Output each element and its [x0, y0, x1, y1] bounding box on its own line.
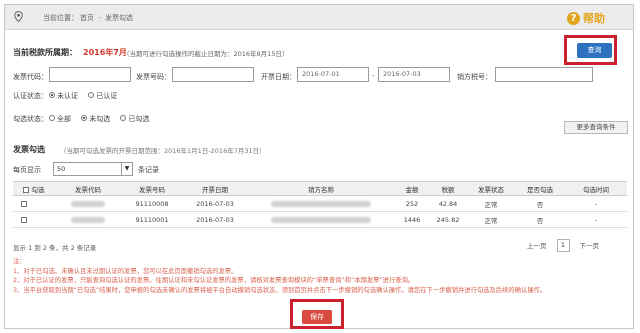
page-size-value: 50 [57, 165, 66, 173]
amount: 1446 [395, 211, 429, 228]
breadcrumb-prefix: 当前位置： [43, 14, 78, 22]
redacted-invoice-code [71, 216, 105, 223]
breadcrumb-bar: 当前位置： 首页 - 发票勾选 ? 帮助 [5, 5, 633, 30]
auth-status-options: 未认证 已认证 [49, 91, 125, 101]
redacted-seller-name [271, 216, 371, 223]
page-frame: 当前位置： 首页 - 发票勾选 ? 帮助 当前税款所属期： 2016年7月 （当期… [4, 4, 634, 329]
table-row[interactable]: 91110001 2016-07-03 1446 245.82 正常 否 - [13, 211, 627, 228]
chevron-down-icon: ▼ [121, 163, 132, 175]
invoice-number-input[interactable] [172, 67, 254, 82]
amount: 252 [395, 195, 429, 212]
pagination: 上一页 1 下一页 [527, 238, 599, 252]
notes-block: 注： 1、对于已勾选、未确认且未过期认证的发票，您可以在此页面撤销勾选的发票。 … [13, 257, 629, 295]
section-title: 发票勾选 [13, 145, 45, 154]
row-checkbox[interactable] [21, 200, 27, 207]
current-page-number[interactable]: 1 [556, 238, 570, 252]
issue-date: 2016-07-03 [183, 211, 247, 228]
check-option-all[interactable]: 全部 [49, 115, 71, 123]
next-page-link[interactable]: 下一页 [580, 240, 600, 250]
is-checked: 否 [515, 195, 565, 212]
help-label: 帮助 [583, 12, 605, 25]
page-size-suffix: 条记录 [138, 166, 159, 174]
invoice-code-input[interactable] [49, 67, 131, 82]
check-status-label: 勾选状态： [13, 115, 48, 123]
radio-selected-icon [81, 115, 88, 121]
seller-tax-id-input[interactable] [495, 67, 593, 82]
date-to-input[interactable]: 2016-07-03 [378, 67, 450, 82]
more-conditions-button[interactable]: 更多查询条件 [564, 121, 628, 134]
check-option-unchecked[interactable]: 未勾选 [81, 115, 110, 123]
invoice-status: 正常 [467, 195, 515, 212]
help-question-icon: ? [567, 11, 580, 25]
tax-period-note: （当期可进行勾选操作的截止日期为：2016年8月15日） [123, 50, 289, 58]
date-range-separator: - [372, 72, 375, 80]
invoice-table: 勾选 发票代码 发票号码 开票日期 销方名称 金额 税额 发票状态 是否勾选 勾… [13, 181, 627, 228]
invoice-status: 正常 [467, 211, 515, 228]
pager-info: 显示 1 到 2 条，共 2 条记录 [13, 244, 97, 252]
auth-option-unverified[interactable]: 未认证 [49, 92, 78, 100]
column-header-number: 发票号码 [121, 181, 183, 196]
is-checked: 否 [515, 211, 565, 228]
column-header-check: 勾选 [13, 181, 55, 196]
tax-period-label: 当前税款所属期： [13, 48, 77, 57]
column-header-seller: 销方名称 [247, 181, 395, 196]
table-row[interactable]: 91110008 2016-07-03 252 42.84 正常 否 - [13, 195, 627, 212]
note-item: 1、对于已勾选、未确认且未过期认证的发票，您可以在此页面撤销勾选的发票。 [13, 267, 238, 275]
tax: 42.84 [429, 195, 467, 212]
redacted-seller-name [271, 200, 371, 207]
radio-empty-icon [120, 115, 127, 121]
tax: 245.82 [429, 211, 467, 228]
check-time: - [565, 195, 627, 212]
seller-tax-id-label: 销方税号： [457, 73, 492, 81]
invoice-number: 91110001 [121, 211, 183, 228]
invoice-number: 91110008 [121, 195, 183, 212]
section-note: （当期可勾选发票的开票日期范围：2016年1月1日-2016年7月31日） [60, 147, 266, 155]
note-item: 3、当平台获取到当期“已勾选”结果时，您申报的勾选未确认的发票将被平台自动撤销勾… [13, 286, 547, 294]
check-time: - [565, 211, 627, 228]
column-header-date: 开票日期 [183, 181, 247, 196]
location-pin-icon [14, 11, 23, 22]
row-checkbox[interactable] [21, 216, 27, 223]
breadcrumb-current: 发票勾选 [105, 14, 133, 22]
column-header-time: 勾选时间 [565, 181, 627, 196]
radio-selected-icon [49, 92, 55, 98]
issue-date-label: 开票日期： [261, 73, 296, 81]
column-header-checked: 是否勾选 [515, 181, 565, 196]
redacted-invoice-code [71, 200, 105, 207]
auth-status-label: 认证状态： [13, 92, 48, 100]
breadcrumb: 当前位置： 首页 - 发票勾选 [43, 13, 135, 23]
invoice-code-label: 发票代码： [13, 73, 48, 81]
radio-empty-icon [88, 92, 95, 98]
breadcrumb-separator: - [98, 14, 101, 22]
page-size-prefix: 每页显示 [13, 166, 41, 174]
breadcrumb-home[interactable]: 首页 [80, 14, 94, 22]
auth-option-verified[interactable]: 已认证 [88, 92, 117, 100]
column-header-code: 发票代码 [55, 181, 121, 196]
date-from-input[interactable]: 2016-07-01 [297, 67, 369, 82]
issue-date: 2016-07-03 [183, 195, 247, 212]
help-link[interactable]: ? 帮助 [567, 10, 605, 26]
check-option-checked[interactable]: 已勾选 [120, 115, 149, 123]
radio-empty-icon [49, 115, 55, 121]
column-header-tax: 税额 [429, 181, 467, 196]
select-all-checkbox[interactable] [23, 186, 30, 193]
tax-period-value: 2016年7月 [83, 48, 127, 57]
invoice-number-label: 发票号码： [136, 73, 171, 81]
note-item: 2、对于已认证的发票，只能查询勾选认证的发票。往期认证和未勾认证发票的发票，请核… [13, 277, 415, 284]
check-status-options: 全部 未勾选 已勾选 [49, 114, 157, 124]
page-size-select[interactable]: 50 ▼ [53, 162, 133, 176]
column-header-status: 发票状态 [467, 181, 515, 196]
save-button[interactable]: 保存 [302, 310, 332, 324]
column-header-amount: 金额 [395, 181, 429, 196]
query-button[interactable]: 查询 [577, 43, 612, 58]
table-header-row: 勾选 发票代码 发票号码 开票日期 销方名称 金额 税额 发票状态 是否勾选 勾… [13, 181, 627, 196]
prev-page-link[interactable]: 上一页 [527, 240, 547, 250]
notes-heading: 注： [13, 258, 26, 265]
